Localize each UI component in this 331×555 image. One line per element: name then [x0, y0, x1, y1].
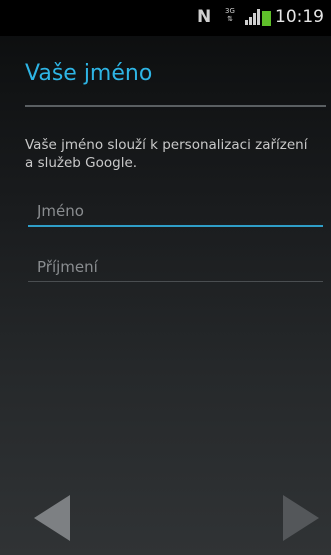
first-name-input[interactable] — [28, 197, 323, 227]
status-clock: 10:19 — [275, 7, 324, 27]
description-text: Vaše jméno slouží k personalizaci zaříze… — [25, 137, 308, 171]
title-divider — [25, 105, 326, 107]
data-arrows: ⇅ — [227, 15, 233, 23]
battery-icon — [262, 11, 271, 26]
nfc-icon: N — [197, 7, 212, 27]
status-bar: N 3G ⇅ 10:19 — [0, 0, 331, 36]
setup-screen: N 3G ⇅ 10:19 Vaše jméno Vaše jméno slouž… — [0, 0, 331, 555]
network-type-label: 3G — [225, 7, 235, 15]
back-arrow-icon[interactable] — [32, 493, 72, 543]
last-name-input[interactable] — [28, 252, 323, 282]
page-title: Vaše jméno — [25, 61, 153, 86]
3g-data-icon: 3G ⇅ — [223, 7, 237, 27]
next-arrow-icon[interactable] — [281, 493, 321, 543]
signal-bars-icon — [245, 9, 260, 25]
